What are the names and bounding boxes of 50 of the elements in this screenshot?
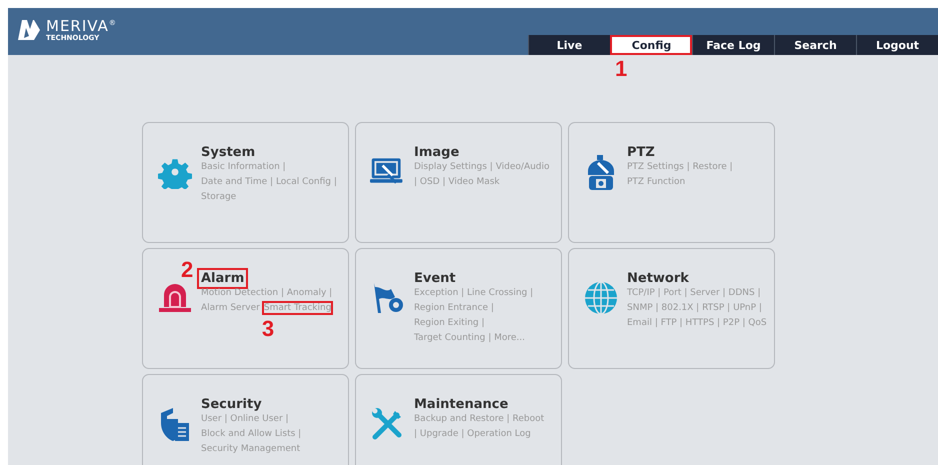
settings-link[interactable]: PTZ Settings | Restore | xyxy=(627,162,733,172)
config-card[interactable]: Maintenance Backup and Restore | Reboot | Upgrade | Operation Log xyxy=(355,374,562,465)
callout-number: 2 xyxy=(181,259,194,281)
settings-link[interactable]: Alarm Server xyxy=(201,303,260,313)
settings-link[interactable]: Display Settings | Video/Audio xyxy=(414,162,550,172)
settings-link[interactable]: PTZ Function xyxy=(627,177,686,187)
card-title[interactable]: Maintenance xyxy=(412,396,510,413)
config-card[interactable]: Network TCP/IP | Port | Server | DDNS | SNMP | 802.1X | RTSP | UPnP | Email | FTP | HTTPS | P2P | QoS xyxy=(568,248,775,369)
config-card[interactable]: 2 Alarm Motion Detection | Anomaly | Alarm Server Smart Tracking 3 xyxy=(142,248,349,369)
globe-icon xyxy=(584,281,618,315)
callout-number: 1 xyxy=(615,58,628,80)
settings-link[interactable]: Security Management xyxy=(201,444,300,454)
settings-link[interactable]: Email | FTP | HTTPS | P2P | QoS xyxy=(627,318,767,328)
settings-link[interactable]: Exception | Line Crossing | xyxy=(414,288,534,298)
settings-link[interactable]: User | Online User | xyxy=(201,414,289,424)
config-card[interactable]: PTZ PTZ Settings | Restore | PTZ Function xyxy=(568,122,775,243)
settings-link[interactable]: Basic Information | xyxy=(201,162,286,172)
alarm-light-icon xyxy=(158,281,192,313)
settings-link[interactable]: Storage xyxy=(201,192,236,202)
card-title[interactable]: Image xyxy=(412,144,462,161)
config-card[interactable]: Security User | Online User | Block and Allow Lists | Security Management xyxy=(142,374,349,465)
config-card[interactable]: Image Display Settings | Video/Audio | OSD | Video Mask xyxy=(355,122,562,243)
settings-link[interactable]: SNMP | 802.1X | RTSP | UPnP | xyxy=(627,303,762,313)
settings-link[interactable]: | OSD | Video Mask xyxy=(414,177,500,187)
card-title[interactable]: Security xyxy=(199,396,264,413)
settings-link[interactable]: TCP/IP | Port | Server | DDNS | xyxy=(627,288,761,298)
card-title[interactable]: PTZ xyxy=(625,144,657,161)
settings-link[interactable]: Block and Allow Lists | xyxy=(201,429,302,439)
nav-tab[interactable]: Search xyxy=(774,35,856,55)
settings-link[interactable]: Region Entrance | xyxy=(414,303,494,313)
nav-tab[interactable]: Logout xyxy=(856,35,938,55)
settings-link[interactable]: Target Counting | More... xyxy=(414,333,525,343)
config-card[interactable]: Event Exception | Line Crossing | Region Entrance | Region Exiting | Target Counting | More... xyxy=(355,248,562,369)
card-title[interactable]: Event xyxy=(412,270,458,287)
nav-tab[interactable]: Live xyxy=(528,35,610,55)
config-card[interactable]: System Basic Information | Date and Time | Local Config | Storage xyxy=(142,122,349,243)
settings-link[interactable]: Motion Detection | Anomaly | xyxy=(201,288,332,298)
card-title[interactable]: Network xyxy=(625,270,691,287)
settings-link[interactable]: Date and Time | Local Config | xyxy=(201,177,337,187)
nav-tab[interactable]: Config xyxy=(610,35,692,55)
settings-link[interactable]: | Upgrade | Operation Log xyxy=(414,429,531,439)
card-title[interactable]: Alarm xyxy=(199,270,246,287)
callout-number: 3 xyxy=(262,318,274,340)
logo-icon xyxy=(16,18,42,42)
card-title[interactable]: System xyxy=(199,144,258,161)
settings-link[interactable]: Backup and Restore | Reboot xyxy=(414,414,544,424)
brand-name: MERIVA$^{®}$ xyxy=(46,16,117,34)
settings-link[interactable]: Region Exiting | xyxy=(414,318,485,328)
settings-link[interactable]: Smart Tracking xyxy=(264,303,332,313)
nav-tab[interactable]: Face Log xyxy=(692,35,774,55)
